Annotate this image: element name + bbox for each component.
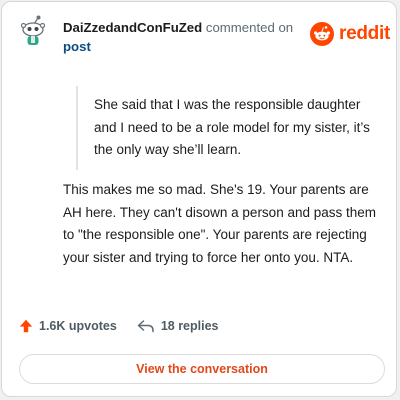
upvote-arrow-icon <box>19 319 33 333</box>
comment-header: DaiZzedandConFuZed commented on post <box>63 18 303 56</box>
avatar[interactable] <box>17 14 49 46</box>
view-conversation-button[interactable]: View the conversation <box>19 354 385 384</box>
reddit-logo-icon <box>310 22 334 46</box>
action-bar: 1.6K upvotes 18 replies <box>19 319 219 333</box>
comment-card: DaiZzedandConFuZed commented on post red… <box>1 1 397 397</box>
replies-button[interactable]: 18 replies <box>137 319 219 333</box>
commented-on-text: commented on <box>205 20 294 35</box>
upvote-count: 1.6K upvotes <box>39 319 117 333</box>
reddit-wordmark: reddit <box>339 23 390 44</box>
replies-count: 18 replies <box>160 319 219 333</box>
username[interactable]: DaiZzedandConFuZed <box>63 20 202 35</box>
comment-body: This makes me so mad. She's 19. Your par… <box>63 182 377 265</box>
snoo-avatar-icon <box>17 14 49 46</box>
upvote-button[interactable]: 1.6K upvotes <box>19 319 117 333</box>
reply-arrow-icon <box>137 320 154 333</box>
reddit-logo[interactable]: reddit <box>310 22 390 46</box>
post-link[interactable]: post <box>63 39 91 54</box>
quoted-text: She said that I was the responsible daug… <box>76 86 372 170</box>
